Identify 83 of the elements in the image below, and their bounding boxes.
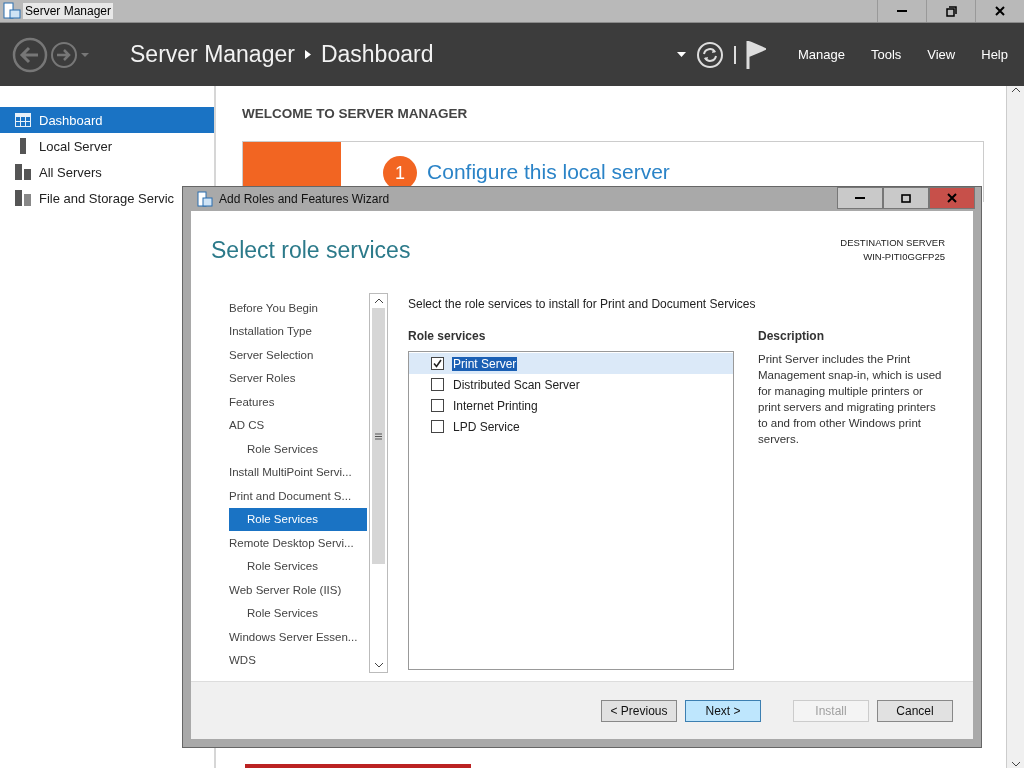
sidebar-label: Dashboard [39, 112, 103, 128]
wizard-step[interactable]: Role Services [229, 601, 367, 625]
welcome-heading: WELCOME TO SERVER MANAGER [242, 106, 469, 121]
wizard-button[interactable]: < Previous [601, 699, 677, 722]
description-text: Print Server includes the Print Management snap-in, which is used for managing multiple printers or print servers and migrating printers to and from other Windows print servers. [758, 352, 943, 447]
dialog-title: Add Roles and Features Wizard [219, 192, 390, 206]
wizard-step[interactable]: Installation Type [229, 319, 367, 343]
wizard-step[interactable]: Features [229, 390, 367, 414]
wizard-step[interactable]: AD CS [229, 413, 367, 437]
sidebar-label: File and Storage Servic [39, 190, 175, 206]
role-service-row[interactable]: Internet Printing [409, 395, 733, 416]
app-icon [3, 2, 21, 20]
caret-icon[interactable] [676, 52, 686, 57]
menu-item[interactable]: View [919, 43, 964, 66]
wizard-step[interactable]: Windows Server Essen... [229, 625, 367, 649]
window-title: Server Manager [23, 3, 114, 19]
forward-icon[interactable] [50, 40, 78, 69]
grip-icon [375, 432, 382, 440]
sidebar-item[interactable]: Local Server [0, 133, 215, 159]
description-heading: Description [758, 329, 825, 343]
scroll-up-icon[interactable] [373, 296, 384, 306]
wizard-step[interactable]: WDS [229, 648, 367, 672]
steps-scrollbar[interactable] [369, 293, 388, 673]
close-icon [995, 6, 1005, 16]
wizard-step[interactable]: Print and Document S... [229, 484, 367, 508]
intro-text: Select the role services to install for Print and Document Services [408, 297, 757, 311]
checkbox[interactable] [431, 399, 444, 412]
wizard-step[interactable]: Server Roles [229, 366, 367, 390]
back-icon[interactable] [12, 36, 48, 73]
wizard-step[interactable]: Before You Begin [229, 296, 367, 320]
menu-item[interactable]: Tools [862, 43, 910, 66]
wizard-step[interactable]: Role Services [229, 507, 367, 531]
wizard-step[interactable]: Web Server Role (IIS) [229, 578, 367, 602]
scroll-up-icon[interactable] [1010, 86, 1021, 94]
wizard-step[interactable]: Server Selection [229, 343, 367, 367]
destination-server: WIN-PITI0GGFP25 [863, 251, 945, 262]
file-server-icon [15, 190, 31, 206]
role-service-label: Print Server [452, 356, 518, 371]
checkbox[interactable] [431, 357, 444, 370]
role-service-label: Distributed Scan Server [452, 377, 581, 392]
breadcrumb-arrow-icon [304, 50, 311, 59]
destination-label: DESTINATION SERVER [840, 237, 945, 248]
page-title: Dashboard [320, 41, 434, 68]
wizard-step[interactable]: Role Services [229, 554, 367, 578]
scroll-down-icon[interactable] [1010, 760, 1021, 768]
checkbox[interactable] [431, 420, 444, 433]
maximize-button[interactable] [883, 187, 929, 209]
sidebar-item[interactable]: All Servers [0, 159, 215, 185]
wizard-step[interactable]: Install MultiPoint Servi... [229, 460, 367, 484]
sidebar-label: Local Server [39, 138, 112, 154]
role-service-row[interactable]: Print Server [409, 353, 733, 374]
flag-icon[interactable] [745, 40, 766, 69]
wizard-button[interactable]: Cancel [877, 699, 953, 722]
scroll-down-icon[interactable] [373, 660, 384, 670]
app-title: Server Manager [130, 41, 295, 68]
close-button[interactable] [929, 187, 975, 209]
checkbox[interactable] [431, 378, 444, 391]
scroll-thumb[interactable] [372, 308, 385, 564]
list-heading: Role services [408, 329, 487, 343]
separator-icon [733, 45, 736, 64]
refresh-icon[interactable] [695, 40, 724, 69]
role-service-label: LPD Service [452, 419, 521, 434]
scrollbar[interactable] [1006, 86, 1024, 768]
maximize-icon [901, 193, 911, 203]
menu-item[interactable]: Manage [789, 43, 853, 66]
wizard-button[interactable]: Next > [685, 699, 761, 722]
minimize-icon [897, 10, 907, 12]
wizard-icon [197, 191, 213, 207]
role-service-row[interactable]: LPD Service [409, 416, 733, 437]
restore-icon [945, 5, 957, 17]
wizard-step[interactable]: Remote Desktop Servi... [229, 531, 367, 555]
sidebar-item[interactable]: Dashboard [0, 107, 215, 133]
servers-icon [15, 164, 31, 180]
sidebar-label: All Servers [39, 164, 102, 180]
sidebar-item[interactable]: File and Storage Servic [0, 185, 215, 211]
menu-item[interactable]: Help [973, 43, 1016, 66]
role-service-row[interactable]: Distributed Scan Server [409, 374, 733, 395]
close-icon [947, 193, 957, 203]
minimize-icon [855, 197, 865, 199]
wizard-step[interactable]: Role Services [229, 437, 367, 461]
grid-icon [15, 113, 31, 127]
page-heading: Select role services [211, 237, 411, 265]
role-service-label: Internet Printing [452, 398, 539, 413]
